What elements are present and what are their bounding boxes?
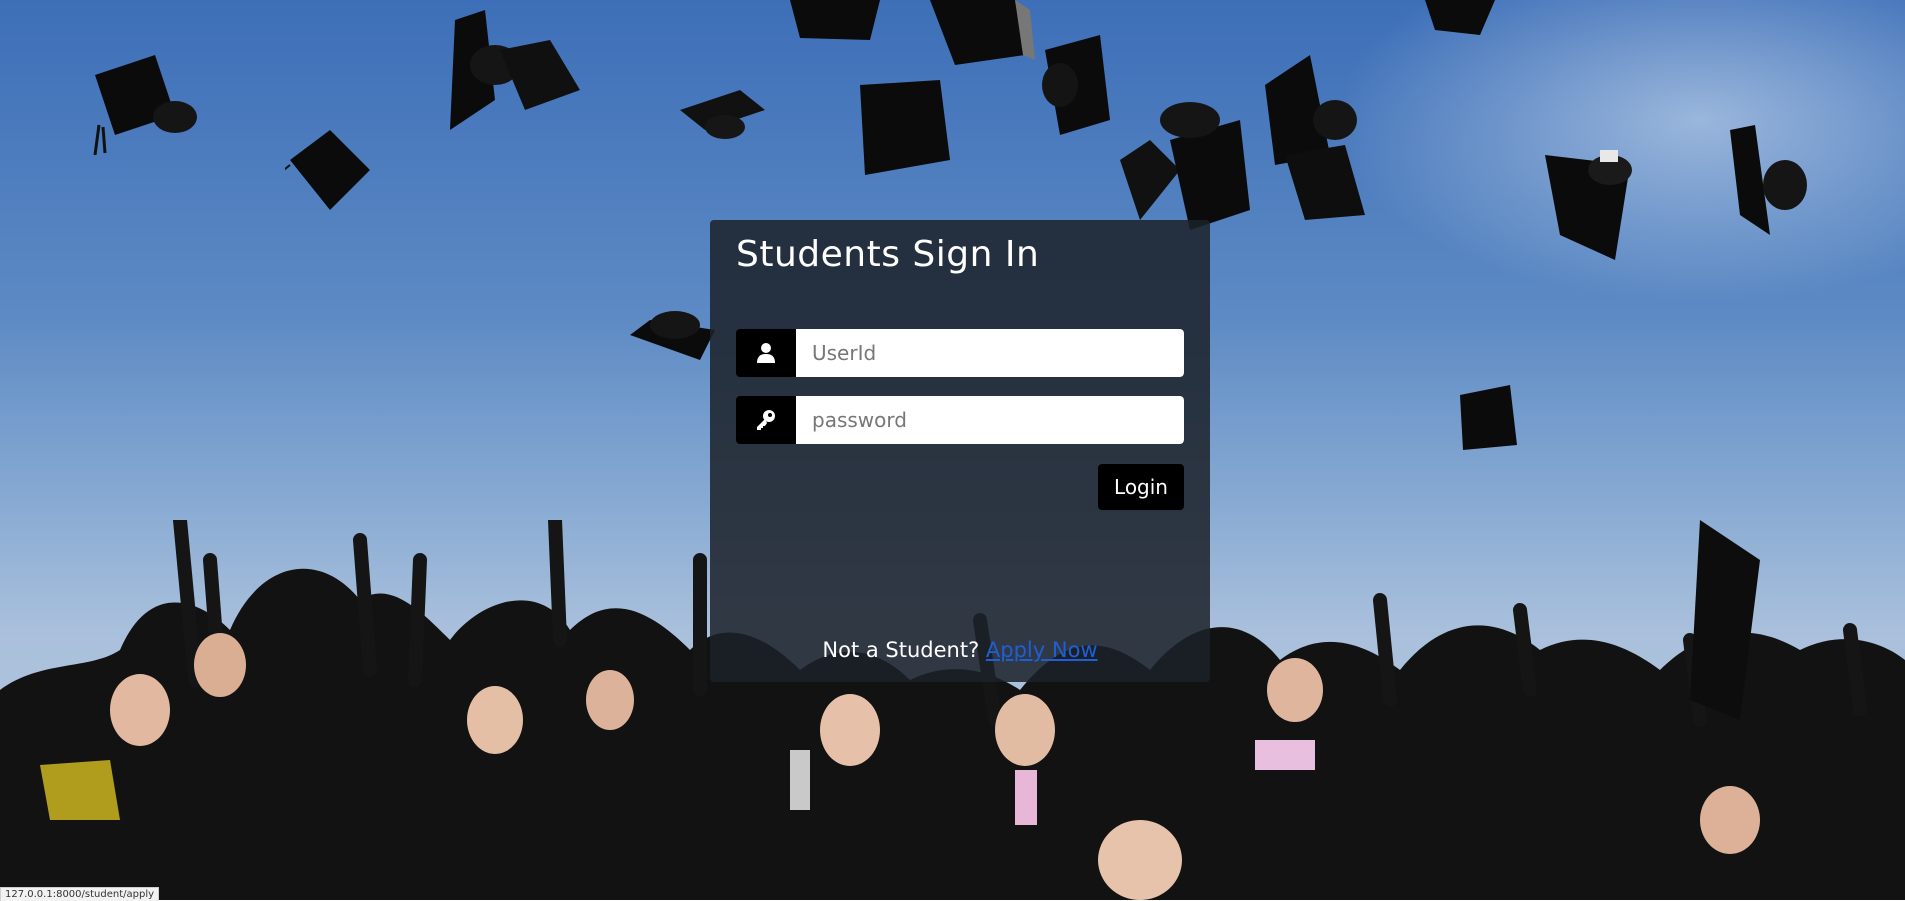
apply-prompt: Not a Student? Apply Now bbox=[710, 638, 1210, 662]
page-title: Students Sign In bbox=[736, 234, 1040, 275]
graduation-cap-image bbox=[285, 130, 370, 210]
graduation-cap-image bbox=[860, 80, 950, 175]
graduation-cap-image bbox=[1425, 0, 1495, 35]
graduation-cap-image bbox=[1730, 125, 1807, 235]
graduation-cap-image bbox=[93, 55, 197, 155]
password-input[interactable] bbox=[796, 396, 1184, 444]
graduation-cap-image bbox=[1545, 150, 1632, 260]
graduation-cap-image bbox=[1042, 35, 1110, 135]
userid-input-group bbox=[736, 329, 1184, 377]
login-panel: Students Sign In Login Not a Student? Ap… bbox=[710, 220, 1210, 682]
login-button[interactable]: Login bbox=[1098, 464, 1184, 510]
password-input-group bbox=[736, 396, 1184, 444]
not-student-text: Not a Student? bbox=[822, 638, 986, 662]
browser-status-bar: 127.0.0.1:8000/student/apply bbox=[0, 887, 160, 901]
graduation-cap-image bbox=[1460, 385, 1517, 450]
graduation-cap-image bbox=[790, 0, 880, 40]
graduation-cap-image bbox=[930, 0, 1035, 65]
graduation-cap-image bbox=[450, 10, 580, 130]
userid-input[interactable] bbox=[796, 329, 1184, 377]
graduation-cap-image bbox=[680, 90, 765, 139]
apply-now-link[interactable]: Apply Now bbox=[986, 638, 1098, 662]
user-icon bbox=[736, 329, 796, 377]
graduation-cap-image bbox=[630, 311, 715, 360]
status-url: 127.0.0.1:8000/student/apply bbox=[5, 889, 155, 900]
graduation-cap-image bbox=[1265, 55, 1365, 220]
key-icon bbox=[736, 396, 796, 444]
